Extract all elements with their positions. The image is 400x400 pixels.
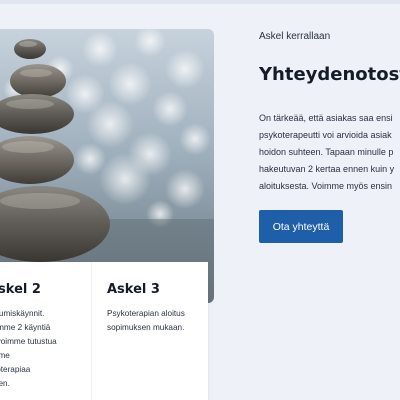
step-2-text: ustumiskäynnit. aamme 2 käyntiä la voimm… [0, 307, 88, 391]
section-body: On tärkeää, että asiakas saa ensi psykot… [259, 110, 394, 195]
step-3-line: sopimuksen mukaan. [107, 323, 185, 332]
step-2-line: tellen. [0, 379, 10, 388]
steps-card: Askel 2 ustumiskäynnit. aamme 2 käyntiä … [0, 262, 208, 400]
body-line: hoidon suhteen. Tapaan minulle p [259, 147, 394, 157]
section-heading: Yhteydenotosta [259, 64, 400, 85]
step-2: Askel 2 ustumiskäynnit. aamme 2 käyntiä … [0, 262, 88, 400]
top-strip [0, 0, 400, 4]
step-3-text: Psykoterapian aloitus sopimuksen mukaan. [107, 307, 207, 335]
step-3-title: Askel 3 [107, 282, 160, 297]
body-line: psykoterapeutti voi arvioida asiak [259, 130, 392, 140]
step-2-line: aamme 2 käyntiä [0, 323, 51, 332]
step-3-line: Psykoterapian aloitus [107, 309, 185, 318]
body-line: hakeutuvan 2 kertaa ennen kuin y [259, 164, 395, 174]
step-2-line: la voimme tutustua [0, 337, 57, 346]
step-3: Askel 3 Psykoterapian aloitus sopimuksen… [91, 262, 203, 400]
section-eyebrow: Askel kerrallaan [259, 31, 331, 42]
step-2-line: iimme [0, 351, 10, 360]
step-2-line: ustumiskäynnit. [0, 309, 45, 318]
contact-button[interactable]: Ota yhteyttä [259, 210, 343, 243]
step-2-line: ykoterapiaa [0, 365, 31, 374]
step-2-title: Askel 2 [0, 282, 41, 297]
body-line: aloituksesta. Voimme myös ensin [259, 181, 393, 191]
body-line: On tärkeää, että asiakas saa ensi [259, 113, 393, 123]
